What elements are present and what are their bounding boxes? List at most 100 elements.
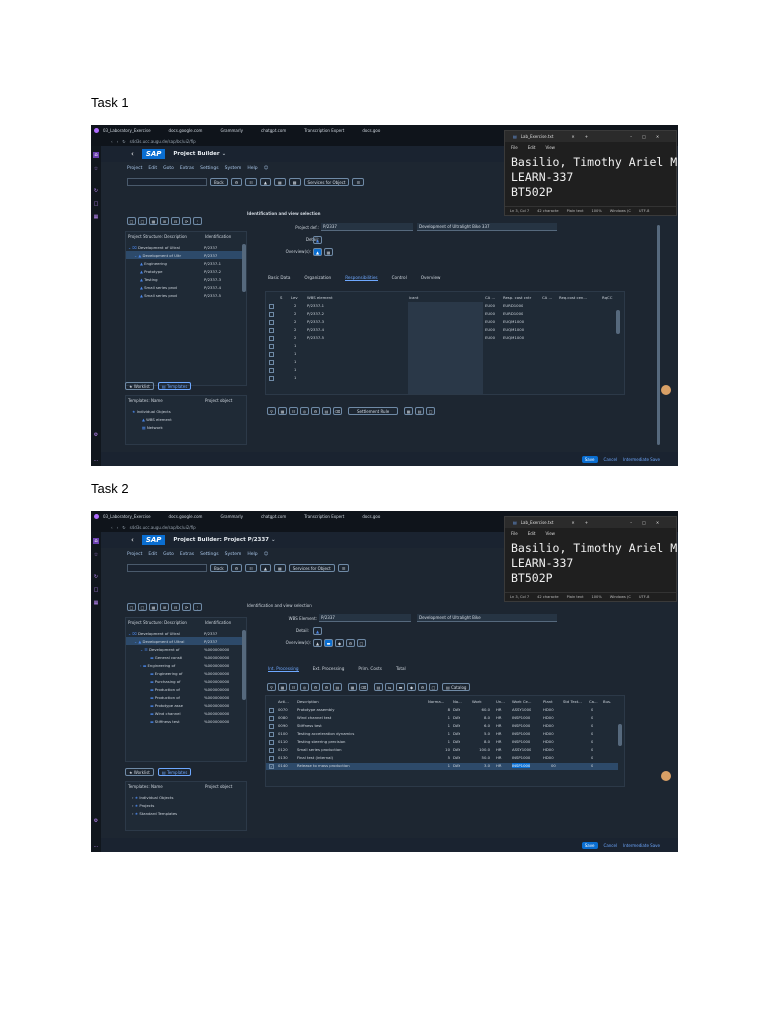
toolbar-icon-button[interactable]: ▩ xyxy=(288,178,301,186)
menu-project[interactable]: Project xyxy=(127,166,142,171)
browser-tab[interactable]: 03_Laboratory_Exercise xyxy=(103,514,165,519)
wbs-overview-button[interactable]: ▲ xyxy=(313,639,322,647)
wbs-overview-button[interactable]: ▲ xyxy=(313,248,322,256)
browser-tab[interactable]: Grammarly xyxy=(220,128,257,133)
tree-node[interactable]: ▲ Small series prod P/2337-4 xyxy=(126,283,242,291)
menu-edit[interactable]: Edit xyxy=(148,166,157,171)
row-select-checkbox[interactable] xyxy=(269,724,274,729)
browser-tab[interactable]: docs.goo xyxy=(362,514,394,519)
tree-icon-button[interactable]: □ xyxy=(138,603,147,611)
row-select-checkbox[interactable] xyxy=(269,304,274,309)
table-icon-button[interactable]: ▦ xyxy=(278,407,287,415)
table-row[interactable]: 1 xyxy=(266,343,616,350)
tree-node[interactable]: ▬ Production of %000000000 xyxy=(126,693,242,701)
row-select-checkbox[interactable] xyxy=(269,368,274,373)
command-field[interactable] xyxy=(127,564,207,572)
menu-goto[interactable]: Goto xyxy=(163,552,174,557)
row-select-checkbox[interactable] xyxy=(269,732,274,737)
home-icon[interactable]: ⌂ xyxy=(93,538,99,544)
tree-node[interactable]: ▲ Engineering P/2337-1 xyxy=(126,259,242,267)
tree-node[interactable]: ⌄ ☰ Development of %000000000 xyxy=(126,645,242,653)
tab-control[interactable]: Control xyxy=(392,275,407,281)
browser-tab[interactable]: docs.goo xyxy=(362,128,394,133)
tree-icon-button[interactable]: ▦ xyxy=(149,603,158,611)
table-icon-button[interactable]: ▤ xyxy=(322,407,331,415)
worklist-button[interactable]: ★ Worklist xyxy=(125,382,154,390)
network-overview-button[interactable]: ▦ xyxy=(324,248,333,256)
avatar[interactable] xyxy=(661,771,671,781)
tree-node[interactable]: ▬ Production of %000000000 xyxy=(126,685,242,693)
chevron-right-icon[interactable]: › xyxy=(132,803,134,808)
row-select-checkbox[interactable] xyxy=(269,756,274,761)
table-icon-button[interactable]: ⚙ xyxy=(418,683,427,691)
star-icon[interactable]: ☆ xyxy=(93,552,99,558)
table-icon-button[interactable]: □ xyxy=(429,683,438,691)
page-scrollbar[interactable] xyxy=(657,225,660,445)
tree-node[interactable]: ⌄ ⌧ Development of Ultral P/2337 xyxy=(126,629,242,637)
tab-int-processing[interactable]: Int. Processing xyxy=(268,666,299,672)
chevron-right-icon[interactable]: › xyxy=(132,811,134,816)
forward-arrow-icon[interactable]: › xyxy=(117,139,119,144)
bag-icon[interactable]: □ xyxy=(93,587,99,593)
history-icon[interactable]: ↻ xyxy=(93,574,99,580)
row-select-checkbox[interactable] xyxy=(269,716,274,721)
forward-arrow-icon[interactable]: › xyxy=(117,525,119,530)
tree-node[interactable]: ⌄ ▲ Development of Ultral P/2337 xyxy=(126,637,242,645)
back-arrow-icon[interactable]: ‹ xyxy=(111,525,113,530)
wbs-element-field[interactable]: P/2337 xyxy=(319,614,411,622)
table-row[interactable]: 1 xyxy=(266,367,616,374)
table-row[interactable]: 0110 Testing steering precision 1 DAY 8.0 HR I… xyxy=(266,739,618,746)
notepad-text[interactable]: Basilio, Timothy Ariel M. LEARN-337 BT502P xyxy=(511,541,678,586)
browser-tab[interactable]: 03_Laboratory_Exercise xyxy=(103,128,165,133)
browser-tab[interactable]: docs.google.com xyxy=(169,128,217,133)
menu-file[interactable]: File xyxy=(511,531,518,536)
table-row[interactable]: 0120 Small series production 10 DAY 100.0 HR A… xyxy=(266,747,618,754)
tree-icon-button[interactable]: ⊞ xyxy=(160,217,169,225)
table-row[interactable]: 0100 Testing acceleration dynamics 1 DAY 5.0… xyxy=(266,731,618,738)
maximize-icon[interactable]: □ xyxy=(642,134,646,139)
row-select-checkbox[interactable] xyxy=(269,376,274,381)
table-icon-button[interactable]: ◎ xyxy=(300,407,309,415)
tree-node[interactable]: ▬ General consti %000000000 xyxy=(126,653,242,661)
zoom-icon[interactable]: ⚲ xyxy=(267,407,276,415)
menu-project[interactable]: Project xyxy=(127,552,142,557)
scrollbar[interactable] xyxy=(242,630,246,700)
intermediate-save-button[interactable]: Intermediate Save xyxy=(623,843,660,848)
table-row[interactable]: 1 xyxy=(266,351,616,358)
menu-settings[interactable]: Settings xyxy=(200,166,218,171)
row-select-checkbox[interactable] xyxy=(269,708,274,713)
back-button[interactable]: Back xyxy=(210,564,228,572)
zoom-icon[interactable]: ⚲ xyxy=(267,683,276,691)
project-def-field[interactable]: P/2337 xyxy=(321,223,413,231)
table-row[interactable]: 2 P/2337-1 EU00 EURD1000 xyxy=(266,303,616,310)
star-icon[interactable]: ☆ xyxy=(93,166,99,172)
tree-node[interactable]: ▬ Wind channel %000000000 xyxy=(126,709,242,717)
row-select-checkbox[interactable] xyxy=(269,748,274,753)
notepad-tab-title[interactable]: Lab_Exercise.txt xyxy=(521,134,554,139)
tree-node[interactable]: ▬ Prototype asse %000000000 xyxy=(126,701,242,709)
menu-edit[interactable]: Edit xyxy=(528,531,536,536)
project-def-description[interactable]: Development of Ultralight Bike 337 xyxy=(417,223,557,231)
tab-total[interactable]: Total xyxy=(396,666,406,672)
template-item[interactable]: ▲ WBS element xyxy=(142,415,172,423)
toolbar-icon-button[interactable]: ▦ xyxy=(273,564,286,572)
more-icon[interactable]: ⋯ xyxy=(93,458,99,464)
browser-tab[interactable]: docs.google.com xyxy=(169,514,217,519)
tree-node[interactable]: ⌄ ▲ Development of Ultr P/2337 xyxy=(126,251,242,259)
table-icon-button[interactable]: □ xyxy=(426,407,436,415)
table-icon-button[interactable]: ▦ xyxy=(348,683,357,691)
toolbar-icon-button[interactable]: ⚙ xyxy=(230,178,243,186)
toolbar-icon-button[interactable]: ☷ xyxy=(245,178,257,186)
command-field[interactable] xyxy=(127,178,207,186)
settings-icon[interactable]: ⚙ xyxy=(93,432,99,438)
table-row[interactable]: 1 xyxy=(266,375,616,382)
wbs-icon-button[interactable]: ▲ xyxy=(313,236,322,244)
tab-prim-costs[interactable]: Prim. Costs xyxy=(358,666,382,672)
table-row[interactable]: 0080 Wind channel test 1 DAY 8.0 HR INSP1000 HD… xyxy=(266,715,618,722)
reload-icon[interactable]: ↻ xyxy=(122,139,125,144)
toolbar-icon-button[interactable]: ▦ xyxy=(273,178,286,186)
trash-icon[interactable]: ⌫ xyxy=(359,683,368,691)
table-icon-button[interactable]: ⚙ xyxy=(322,683,331,691)
menu-view[interactable]: View xyxy=(545,145,555,150)
tree-icon-button[interactable]: ⊟ xyxy=(171,603,180,611)
